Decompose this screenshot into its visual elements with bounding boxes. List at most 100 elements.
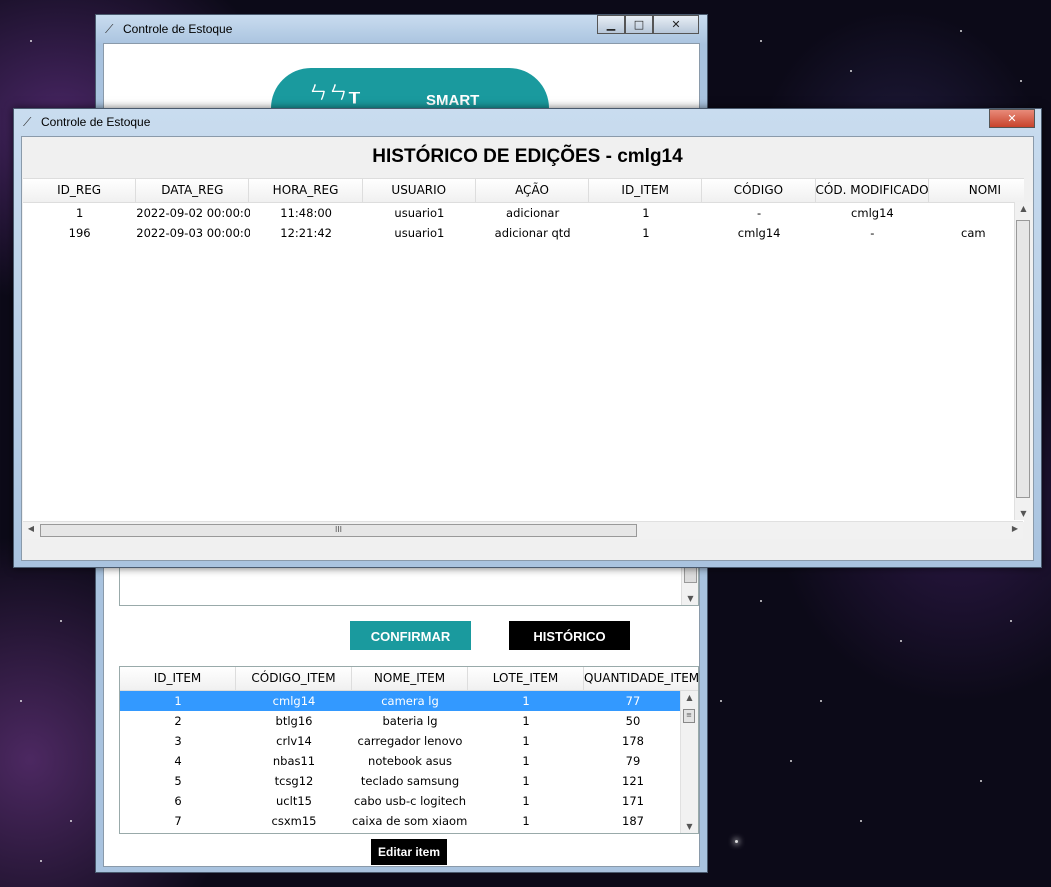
table-row[interactable]: 1 cmlg14 camera lg 1 77: [120, 691, 682, 711]
confirm-button[interactable]: CONFIRMAR: [350, 621, 471, 650]
table-cell: 1: [522, 754, 530, 768]
scroll-up-icon[interactable]: ▲: [681, 693, 698, 702]
table-row[interactable]: 1 2022-09-02 00:00:00 11:48:00 usuario1 …: [23, 203, 1024, 223]
text-area[interactable]: ▼: [119, 564, 699, 606]
column-header[interactable]: ID_ITEM: [120, 667, 236, 690]
column-header[interactable]: NOMI: [929, 179, 1024, 202]
table-cell: 178: [622, 734, 644, 748]
table-cell: camera lg: [381, 694, 439, 708]
column-header[interactable]: HORA_REG: [249, 179, 363, 202]
history-window-content: HISTÓRICO DE EDIÇÕES - cmlg14 ID_REG DAT…: [21, 136, 1034, 561]
table-cell: 2: [174, 714, 182, 728]
table-cell: btlg16: [275, 714, 313, 728]
column-header[interactable]: CÓDIGO: [702, 179, 816, 202]
table-cell: cmlg14: [272, 694, 316, 708]
main-window-titlebar[interactable]: ⟋ Controle de Estoque ▁ □ ✕: [96, 15, 707, 45]
table-cell: 3: [174, 734, 182, 748]
scrollbar-thumb[interactable]: [1016, 220, 1030, 498]
star: [760, 40, 762, 42]
feather-icon: ⟋: [23, 115, 32, 129]
scroll-left-icon[interactable]: ◀: [24, 524, 38, 533]
table-cell: 121: [622, 774, 644, 788]
table-cell: adicionar: [506, 206, 560, 220]
scroll-down-icon[interactable]: ▼: [681, 822, 698, 831]
column-header[interactable]: ID_ITEM: [589, 179, 703, 202]
table-cell: 12:21:42: [280, 226, 332, 240]
table-cell: 196: [68, 226, 91, 240]
history-horizontal-scrollbar[interactable]: ◀ III ▶: [23, 521, 1023, 539]
scroll-down-icon[interactable]: ▼: [682, 594, 699, 603]
table-cell: 187: [622, 814, 644, 828]
scroll-right-icon[interactable]: ▶: [1008, 524, 1022, 533]
star: [20, 700, 22, 702]
table-row[interactable]: 3 crlv14 carregador lenovo 1 178: [120, 731, 682, 751]
scroll-down-icon[interactable]: ▼: [1015, 509, 1032, 518]
table-row[interactable]: 6 uclt15 cabo usb-c logitech 1 171: [120, 791, 682, 811]
table-cell: tcsg12: [274, 774, 314, 788]
table-cell: [929, 203, 1024, 223]
edit-item-button[interactable]: Editar item: [371, 839, 447, 865]
table-cell: usuario1: [394, 206, 445, 220]
star: [40, 860, 42, 862]
table-cell: 1: [522, 814, 530, 828]
table-cell: 6: [174, 794, 182, 808]
table-row[interactable]: 2 btlg16 bateria lg 1 50: [120, 711, 682, 731]
maximize-button[interactable]: □: [625, 15, 653, 34]
column-header[interactable]: AÇÃO: [476, 179, 590, 202]
star: [900, 640, 902, 642]
window-title: Controle de Estoque: [123, 22, 233, 36]
table-cell: cam: [961, 226, 986, 240]
history-button[interactable]: HISTÓRICO: [509, 621, 630, 650]
star: [70, 820, 72, 822]
column-header[interactable]: CÓD. MODIFICADO: [816, 179, 929, 202]
page-title: HISTÓRICO DE EDIÇÕES - cmlg14: [372, 146, 683, 167]
close-button[interactable]: ✕: [653, 15, 699, 34]
table-cell: 7: [174, 814, 182, 828]
scrollbar-thumb[interactable]: ≡: [683, 709, 695, 723]
column-header[interactable]: DATA_REG: [136, 179, 250, 202]
table-cell: 77: [625, 694, 641, 708]
table-cell: 1: [75, 206, 84, 220]
history-window: ⟋ Controle de Estoque ✕ HISTÓRICO DE EDI…: [13, 108, 1042, 568]
history-window-titlebar[interactable]: ⟋ Controle de Estoque ✕: [14, 109, 1041, 136]
scrollbar-thumb[interactable]: [684, 567, 697, 583]
star: [820, 700, 822, 702]
scrollbar-thumb[interactable]: III: [40, 524, 637, 537]
star: [30, 40, 32, 42]
table-cell: nbas11: [272, 754, 316, 768]
table-row[interactable]: 7 csxm15 caixa de som xiaomi 1 187: [120, 811, 682, 831]
table-header: ID_ITEM CÓDIGO_ITEM NOME_ITEM LOTE_ITEM …: [120, 667, 698, 691]
logo-text: SMART: [426, 92, 480, 109]
table-cell: 79: [625, 754, 641, 768]
table-row[interactable]: 5 tcsg12 teclado samsung 1 121: [120, 771, 682, 791]
table-cell: carregador lenovo: [357, 734, 463, 748]
close-button[interactable]: ✕: [989, 109, 1035, 128]
history-vertical-scrollbar[interactable]: ▲ ▼: [1014, 202, 1032, 520]
table-cell: teclado samsung: [360, 774, 460, 788]
column-header[interactable]: QUANTIDADE_ITEM: [584, 667, 698, 690]
table-row[interactable]: 4 nbas11 notebook asus 1 79: [120, 751, 682, 771]
table-cell: uclt15: [276, 794, 312, 808]
table-cell: 11:48:00: [280, 206, 332, 220]
items-table[interactable]: ID_ITEM CÓDIGO_ITEM NOME_ITEM LOTE_ITEM …: [119, 666, 699, 834]
column-header[interactable]: USUARIO: [363, 179, 476, 202]
column-header[interactable]: LOTE_ITEM: [468, 667, 584, 690]
table-cell: bateria lg: [382, 714, 438, 728]
minimize-button[interactable]: ▁: [597, 15, 625, 34]
table-cell: 1: [522, 794, 530, 808]
table-cell: 2022-09-03 00:00:00: [136, 226, 250, 240]
column-header[interactable]: NOME_ITEM: [352, 667, 468, 690]
table-cell: 1: [642, 226, 650, 240]
star: [1020, 80, 1022, 82]
column-header[interactable]: ID_REG: [23, 179, 137, 202]
table-cell: cmlg14: [737, 226, 781, 240]
star: [980, 780, 982, 782]
table-cell: 4: [174, 754, 182, 768]
column-header[interactable]: CÓDIGO_ITEM: [236, 667, 352, 690]
scroll-up-icon[interactable]: ▲: [1015, 204, 1032, 213]
history-table[interactable]: ID_REG DATA_REG HORA_REG USUARIO AÇÃO ID…: [23, 178, 1024, 522]
items-scrollbar[interactable]: ▲ ≡ ▼: [680, 691, 698, 833]
textarea-scrollbar[interactable]: ▼: [681, 565, 698, 605]
star: [790, 760, 792, 762]
table-row[interactable]: 196 2022-09-03 00:00:00 12:21:42 usuario…: [23, 223, 1024, 243]
